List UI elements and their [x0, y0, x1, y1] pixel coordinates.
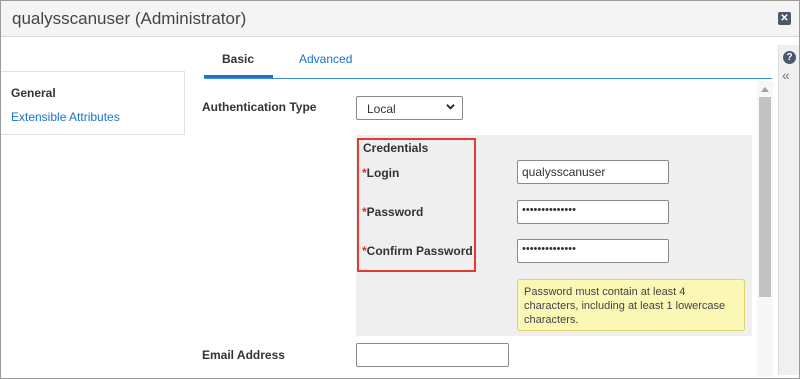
nav-item-extensible-attributes[interactable]: Extensible Attributes [11, 110, 120, 124]
dialog-window: qualysscanuser (Administrator) ✕ General… [0, 0, 800, 379]
chevron-down-icon [446, 104, 455, 110]
confirm-password-field[interactable]: •••••••••••••• [517, 239, 669, 263]
password-field[interactable]: •••••••••••••• [517, 200, 669, 224]
email-field[interactable] [356, 343, 509, 367]
scroll-up-arrow-icon[interactable] [761, 87, 769, 92]
tab-basic[interactable]: Basic [222, 52, 254, 66]
left-nav: General Extensible Attributes [1, 71, 185, 135]
tab-advanced[interactable]: Advanced [299, 52, 352, 66]
credentials-highlight-box [357, 138, 476, 272]
dialog-title: qualysscanuser (Administrator) [12, 9, 247, 28]
collapse-icon[interactable]: « [782, 67, 790, 83]
tab-divider [204, 78, 772, 79]
nav-item-general[interactable]: General [11, 86, 56, 100]
vertical-scrollbar[interactable] [757, 81, 773, 377]
email-label: Email Address [202, 348, 285, 362]
title-bar: qualysscanuser (Administrator) ✕ [1, 1, 799, 37]
scroll-thumb[interactable] [759, 97, 771, 297]
side-toolbar: ? « [778, 45, 799, 375]
auth-type-label: Authentication Type [202, 100, 317, 114]
password-hint: Password must contain at least 4 charact… [517, 279, 745, 331]
auth-type-value: Local [367, 102, 396, 116]
help-icon[interactable]: ? [783, 51, 796, 64]
login-field[interactable]: qualysscanuser [517, 160, 669, 184]
auth-type-select[interactable]: Local [356, 96, 463, 120]
close-icon[interactable]: ✕ [778, 12, 791, 25]
